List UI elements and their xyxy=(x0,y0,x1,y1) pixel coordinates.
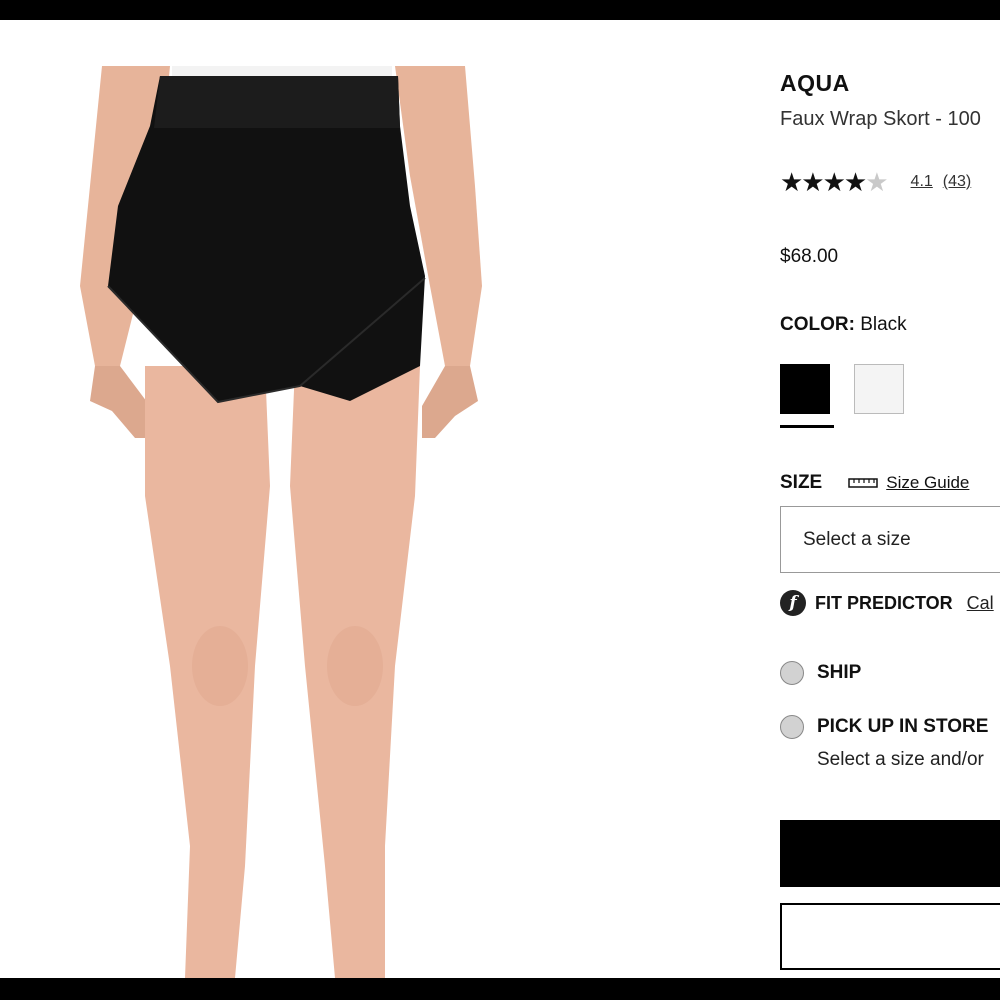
add-to-bag-button[interactable] xyxy=(780,820,1000,887)
star-rating-icon: ★★★★★ xyxy=(780,167,889,197)
fit-predictor: f FIT PREDICTOR Cal xyxy=(780,590,994,616)
pickup-option[interactable]: PICK UP IN STORE xyxy=(780,715,988,739)
color-swatch-black[interactable] xyxy=(780,364,830,414)
review-count-link[interactable]: (43) xyxy=(943,173,971,191)
star-empty-icon: ★ xyxy=(865,167,888,197)
size-guide-link[interactable]: Size Guide xyxy=(886,473,969,493)
fit-predictor-label: FIT PREDICTOR xyxy=(815,592,953,613)
ship-option[interactable]: SHIP xyxy=(780,661,861,685)
ship-radio[interactable] xyxy=(780,661,804,685)
selected-color: Black xyxy=(860,314,907,335)
color-selection-label: COLOR: Black xyxy=(780,314,907,336)
secondary-action-button[interactable] xyxy=(780,903,1000,970)
fit-predictor-icon: f xyxy=(780,590,806,616)
product-photo xyxy=(50,66,500,978)
top-frame-bar xyxy=(0,0,1000,20)
color-swatch-white[interactable] xyxy=(854,364,904,414)
fit-predictor-link[interactable]: Cal xyxy=(967,593,994,614)
product-image[interactable] xyxy=(50,66,500,978)
pickup-note: Select a size and/or xyxy=(817,749,984,770)
pickup-radio[interactable] xyxy=(780,715,804,739)
brand-name[interactable]: AQUA xyxy=(780,70,850,97)
ship-label: SHIP xyxy=(817,662,862,683)
size-label: SIZE xyxy=(780,472,823,493)
selected-swatch-indicator xyxy=(780,425,834,428)
rating-summary[interactable]: ★★★★★ 4.1 (43) xyxy=(780,169,971,195)
color-label: COLOR: xyxy=(780,314,855,335)
product-price: $68.00 xyxy=(780,246,839,267)
size-select-placeholder: Select a size xyxy=(803,529,911,550)
rating-value-link[interactable]: 4.1 xyxy=(911,173,933,191)
pickup-label: PICK UP IN STORE xyxy=(817,716,989,737)
product-title: Faux Wrap Skort - 100 xyxy=(780,108,981,130)
size-header: SIZE Size Guide xyxy=(780,472,969,494)
ruler-icon xyxy=(848,478,878,488)
stars-filled: ★★★★ xyxy=(780,167,867,197)
product-details-panel: AQUA Faux Wrap Skort - 100 ★★★★★ 4.1 (43… xyxy=(780,20,1000,978)
size-select-dropdown[interactable]: Select a size xyxy=(780,506,1000,573)
bottom-frame-bar xyxy=(0,978,1000,1000)
